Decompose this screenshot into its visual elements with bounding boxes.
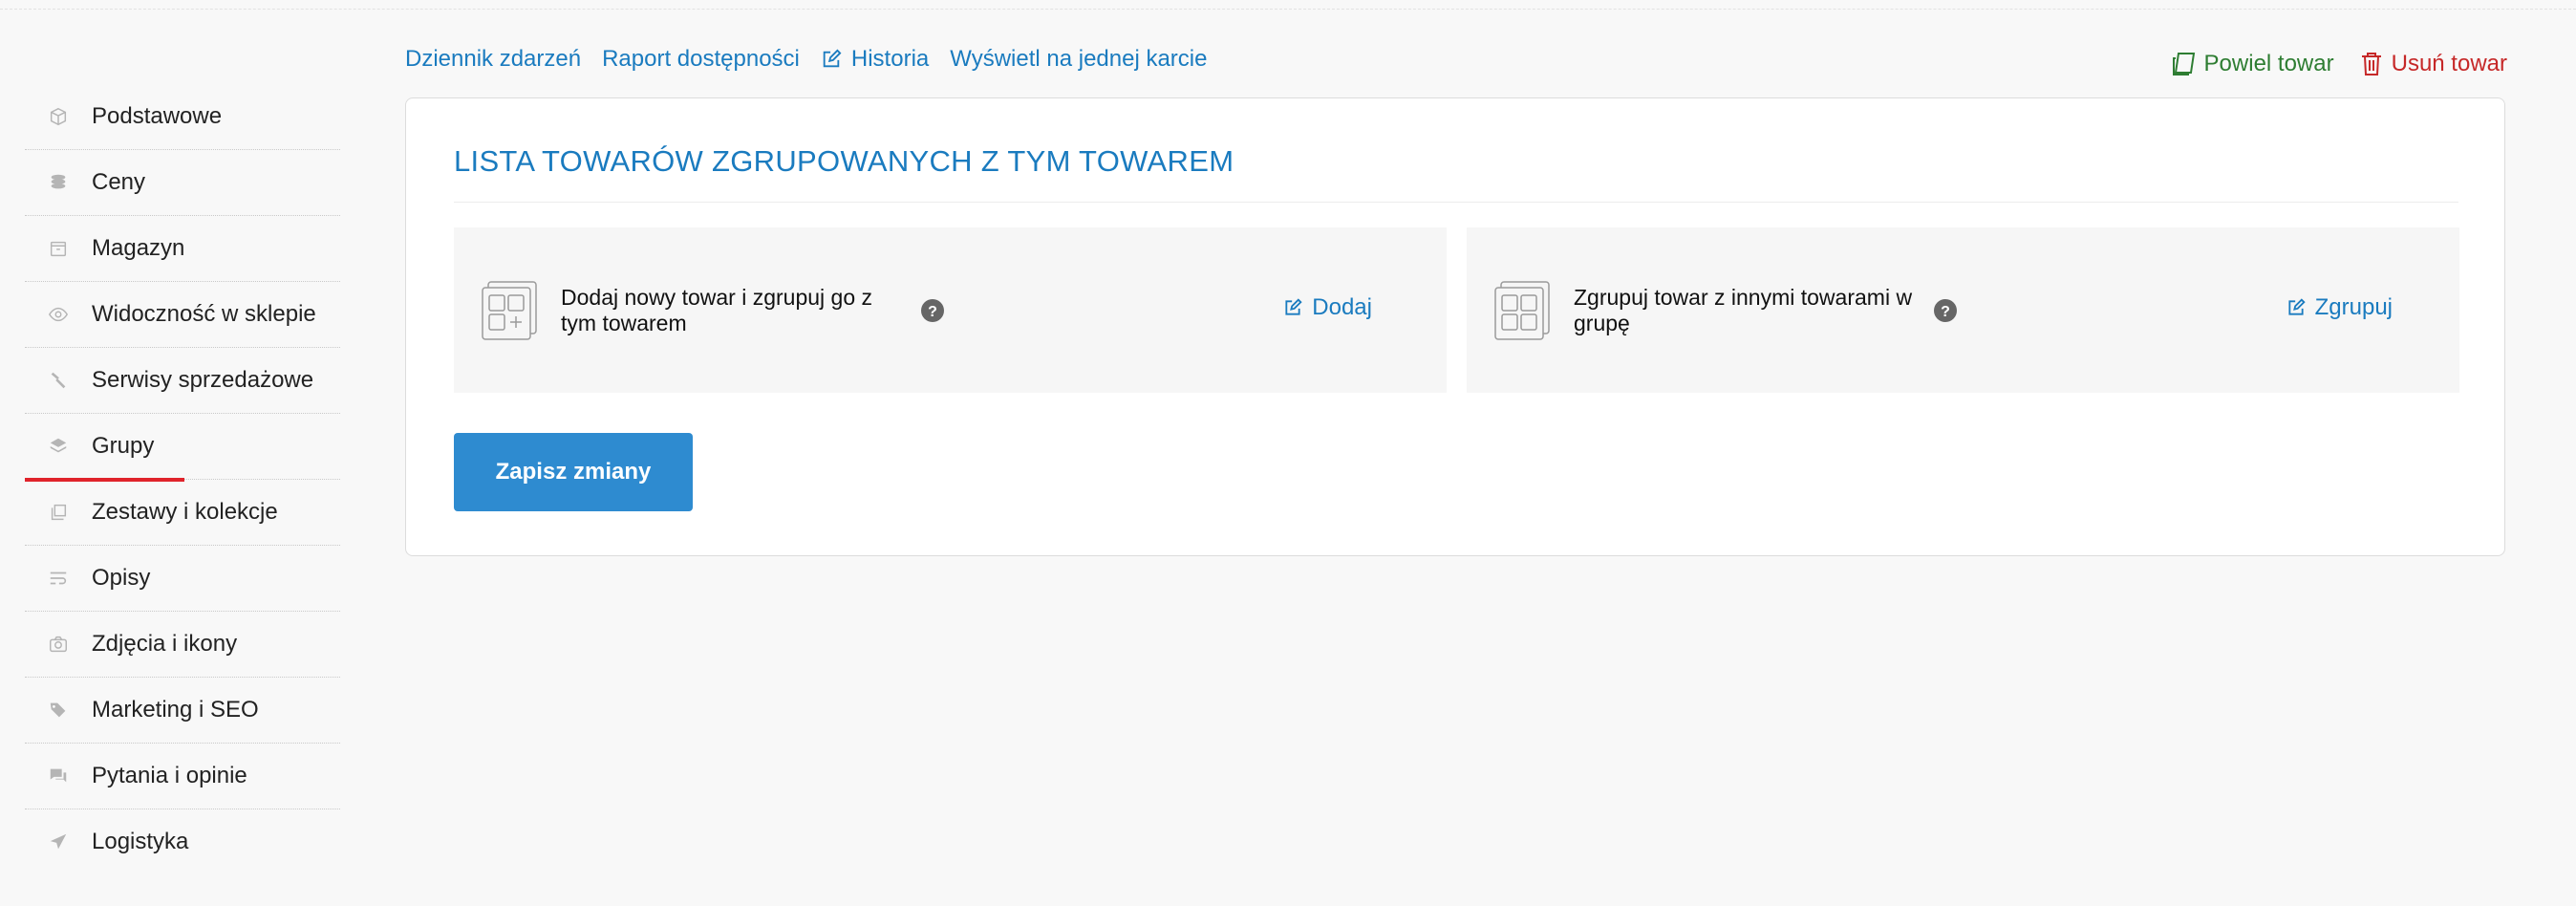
copy-icon [2172, 53, 2195, 76]
duplicate-product-button[interactable]: Powiel towar [2170, 50, 2334, 78]
camera-icon [25, 634, 92, 655]
top-divider [0, 9, 2576, 10]
help-icon[interactable]: ? [1933, 298, 1958, 323]
event-log-link[interactable]: Dziennik zdarzeń [405, 46, 581, 73]
card-divider [454, 202, 2458, 203]
sidebar-item-zdjecia[interactable]: Zdjęcia i ikony [25, 612, 340, 678]
sidebar-item-magazyn[interactable]: Magazyn [25, 216, 340, 282]
storage-icon [25, 238, 92, 259]
card-title: LISTA TOWARÓW ZGRUPOWANYCH Z TYM TOWAREM [454, 144, 1234, 178]
edit-icon [1285, 298, 1302, 315]
group-with-others-panel: Zgrupuj towar z innymi towarami w grupę … [1467, 227, 2459, 393]
availability-report-link[interactable]: Raport dostępności [602, 46, 800, 73]
sidebar-item-marketing[interactable]: Marketing i SEO [25, 678, 340, 744]
history-link[interactable]: Historia [821, 46, 929, 73]
svg-text:?: ? [1941, 304, 1950, 320]
sidebar-item-grupy[interactable]: Grupy [25, 414, 340, 482]
sidebar-item-opisy[interactable]: Opisy [25, 546, 340, 612]
eye-icon [25, 304, 92, 325]
save-changes-button[interactable]: Zapisz zmiany [454, 433, 693, 511]
hammer-icon [25, 370, 92, 391]
grouped-products-card: LISTA TOWARÓW ZGRUPOWANYCH Z TYM TOWAREM… [405, 97, 2505, 556]
sidebar-item-widocznosc[interactable]: Widoczność w sklepie [25, 282, 340, 348]
add-and-group-panel: Dodaj nowy towar i zgrupuj go z tym towa… [454, 227, 1447, 393]
sidebar-nav: Podstawowe Ceny Magazyn Widoczność w skl… [25, 84, 340, 874]
single-card-link[interactable]: Wyświetl na jednej karcie [950, 46, 1207, 73]
sidebar-item-pytania[interactable]: Pytania i opinie [25, 744, 340, 809]
sidebar-item-ceny[interactable]: Ceny [25, 150, 340, 216]
svg-text:?: ? [928, 304, 937, 320]
group-icon [1494, 280, 1550, 340]
add-and-group-text: Dodaj nowy towar i zgrupuj go z tym towa… [561, 284, 872, 335]
paper-plane-icon [25, 831, 92, 852]
trash-icon [2361, 53, 2381, 76]
text-wrap-icon [25, 568, 92, 589]
layers-icon [25, 436, 92, 457]
coins-icon [25, 172, 92, 193]
sidebar-item-podstawowe[interactable]: Podstawowe [25, 84, 340, 150]
tags-icon [25, 700, 92, 721]
edit-icon [823, 49, 842, 68]
group-button[interactable]: Zgrupuj [2286, 294, 2393, 321]
edit-icon [2288, 298, 2306, 315]
collection-icon [25, 502, 92, 523]
comments-icon [25, 766, 92, 787]
sidebar-item-zestawy[interactable]: Zestawy i kolekcje [25, 480, 340, 546]
box-icon [25, 106, 92, 127]
sidebar-item-serwisy[interactable]: Serwisy sprzedażowe [25, 348, 340, 414]
top-links: Dziennik zdarzeń Raport dostępności Hist… [405, 46, 1228, 73]
add-button[interactable]: Dodaj [1283, 294, 1372, 321]
help-icon[interactable]: ? [920, 298, 945, 323]
delete-product-button[interactable]: Usuń towar [2357, 50, 2507, 78]
product-actions: Powiel towar Usuń towar [2147, 50, 2507, 78]
add-to-group-icon [482, 280, 537, 340]
sidebar-item-logistyka[interactable]: Logistyka [25, 809, 340, 874]
group-with-others-text: Zgrupuj towar z innymi towarami w grupę [1574, 284, 1913, 335]
